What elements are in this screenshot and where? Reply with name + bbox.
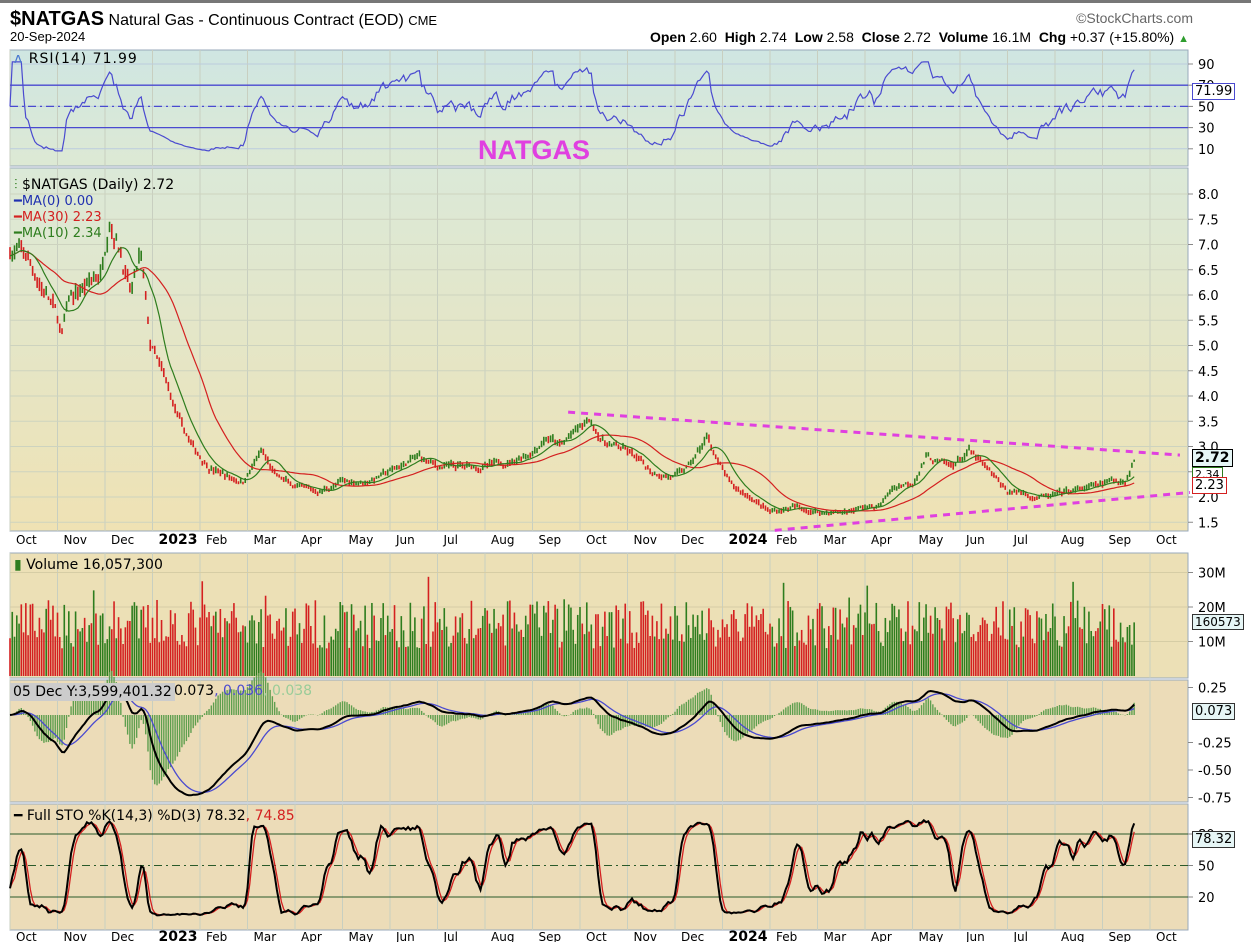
price-axis-label: 5.5: [1198, 314, 1219, 329]
month-label: Jun: [965, 930, 985, 942]
volume-axis-label: 30M: [1198, 567, 1226, 582]
price-axis-label: 7.5: [1198, 213, 1219, 228]
month-label: Aug: [491, 930, 514, 942]
macd-legend: 0.073, 0.036, 0.038: [174, 683, 313, 699]
price-legend: ⫶ $NATGAS (Daily) 2.72: [14, 177, 175, 193]
chart-canvas[interactable]: Oct Oct Nov Nov Dec Dec 2023 2023 Feb Feb Mar Mar Ap…: [0, 0, 1251, 942]
price-axis-label: 8.0: [1198, 188, 1219, 203]
volume-tag: 160573: [1192, 614, 1244, 630]
month-label: Apr: [301, 930, 322, 942]
month-label: Jun: [395, 533, 415, 547]
rsi-tag: 71.99: [1192, 83, 1236, 100]
month-label: Jun: [395, 930, 415, 942]
month-label: May: [349, 930, 374, 942]
sto-axis-label: 20: [1198, 891, 1215, 906]
month-label: Sep: [1109, 930, 1132, 942]
month-label: 2023: [159, 532, 198, 548]
month-label: Sep: [539, 533, 562, 547]
month-label: Apr: [301, 533, 322, 547]
price-axis-label: 4.5: [1198, 365, 1219, 380]
month-label: Dec: [681, 533, 704, 547]
volume-icon: ▮: [14, 557, 22, 573]
month-label: May: [919, 533, 944, 547]
price-axis-label: 7.0: [1198, 239, 1219, 254]
sto-axis-label: 50: [1198, 860, 1215, 875]
month-label: Oct: [16, 533, 37, 547]
month-label: Jul: [443, 930, 458, 942]
rsi-axis-label: 30: [1198, 122, 1215, 137]
month-label: Apr: [871, 930, 892, 942]
price-axis-label: 5.0: [1198, 340, 1219, 355]
sto-legend: ━ Full STO %K(14,3) %D(3) 78.32, 74.85: [14, 808, 295, 824]
sto-tag: 78.32: [1192, 831, 1236, 848]
ma30-tag: 2.23: [1192, 477, 1227, 494]
month-label: 2024: [729, 929, 768, 942]
month-label: Jul: [1013, 930, 1028, 942]
macd-axis-label: -0.75: [1198, 792, 1232, 807]
month-label: May: [919, 930, 944, 942]
month-label: Jun: [965, 533, 985, 547]
month-label: Oct: [1156, 533, 1177, 547]
month-label: Jul: [1013, 533, 1028, 547]
month-label: Dec: [681, 930, 704, 942]
volume-legend: ▮ Volume 16,057,300: [14, 557, 163, 573]
rsi-axis-label: 50: [1198, 100, 1215, 115]
month-label: Jul: [443, 533, 458, 547]
month-label: Oct: [586, 533, 607, 547]
month-label: Oct: [586, 930, 607, 942]
close-price-tag: 2.72: [1192, 449, 1233, 467]
month-label: Apr: [871, 533, 892, 547]
price-axis-label: 6.0: [1198, 289, 1219, 304]
month-label: Oct: [1156, 930, 1177, 942]
month-label: Dec: [111, 533, 134, 547]
cursor-readout: 05 Dec Y:3,599,401.32: [10, 683, 175, 701]
legend-ma30: ━MA(30) 2.23: [14, 210, 102, 225]
natgas-annotation: NATGAS: [478, 135, 590, 165]
price-axis-label: 6.5: [1198, 264, 1219, 279]
legend-ma0: ━MA(0) 0.00: [14, 194, 94, 209]
month-label: Aug: [491, 533, 514, 547]
price-axis-label: 1.5: [1198, 516, 1219, 531]
macd-axis-label: 0.25: [1198, 682, 1227, 697]
price-axis-label: 4.0: [1198, 390, 1219, 405]
month-label: Mar: [254, 930, 277, 942]
month-label: 2024: [729, 532, 768, 548]
price-axis-label: 3.5: [1198, 415, 1219, 430]
month-label: Sep: [539, 930, 562, 942]
month-label: Nov: [634, 533, 657, 547]
rsi-axis-label: 90: [1198, 58, 1215, 73]
month-label: Nov: [64, 930, 87, 942]
macd-tag: 0.073: [1192, 703, 1236, 720]
bar-chart-icon: ⫶: [14, 177, 18, 193]
rsi-icon: ᴧ: [14, 51, 24, 67]
month-label: Sep: [1109, 533, 1132, 547]
month-label: 2023: [159, 929, 198, 942]
month-label: Feb: [776, 930, 797, 942]
price-panel: [9, 167, 1189, 532]
month-label: Aug: [1061, 930, 1084, 942]
month-label: Feb: [776, 533, 797, 547]
month-label: Aug: [1061, 533, 1084, 547]
month-label: Feb: [206, 930, 227, 942]
volume-axis-label: 10M: [1198, 636, 1226, 651]
legend-ma10: ━MA(10) 2.34: [14, 226, 102, 241]
month-label: Feb: [206, 533, 227, 547]
month-label: Mar: [824, 930, 847, 942]
month-label: Nov: [634, 930, 657, 942]
macd-axis-label: -0.50: [1198, 764, 1232, 779]
month-label: Oct: [16, 930, 37, 942]
chart-window: $NATGAS Natural Gas - Continuous Contrac…: [0, 0, 1251, 942]
month-label: Dec: [111, 930, 134, 942]
month-label: May: [349, 533, 374, 547]
macd-axis-label: -0.25: [1198, 737, 1232, 752]
rsi-legend: ᴧ RSI(14) 71.99: [14, 51, 138, 67]
month-label: Mar: [254, 533, 277, 547]
month-label: Mar: [824, 533, 847, 547]
rsi-axis-label: 10: [1198, 143, 1215, 158]
month-label: Nov: [64, 533, 87, 547]
